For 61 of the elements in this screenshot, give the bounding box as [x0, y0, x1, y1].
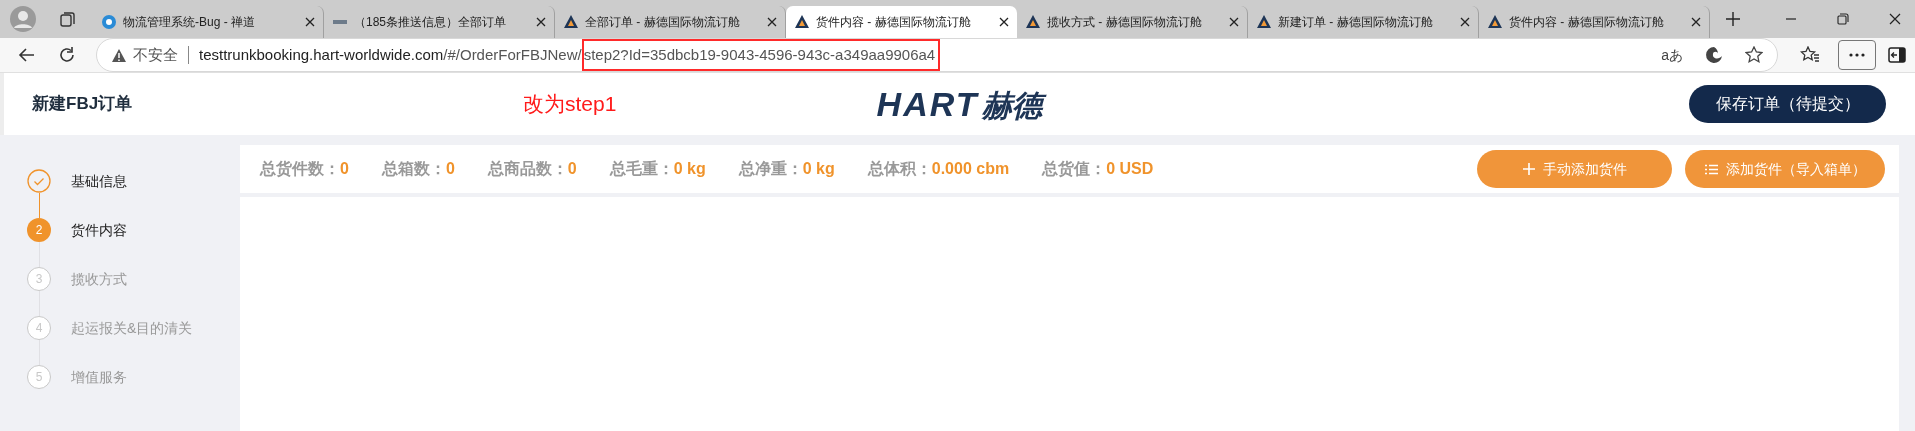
new-tab-icon[interactable]: [1725, 11, 1741, 27]
summary-value: 0 kg: [673, 159, 706, 179]
step-number: 2: [27, 218, 51, 242]
list-icon: [1704, 163, 1718, 175]
tab-title: （185条推送信息）全部订单: [354, 14, 508, 31]
summary-label: 总商品数：: [487, 159, 568, 179]
summary-label: 总箱数：: [381, 159, 446, 179]
restore-icon[interactable]: [1837, 13, 1849, 25]
summary-value: 0: [445, 159, 455, 179]
tab-title: 全部订单 - 赫德国际物流订舱: [585, 14, 741, 31]
more-icon: [1849, 53, 1865, 57]
tab-title: 揽收方式 - 赫德国际物流订舱: [1047, 14, 1203, 31]
globe-icon: [101, 14, 117, 30]
triangle-logo-icon: [794, 14, 810, 30]
close-icon[interactable]: [767, 17, 777, 27]
save-order-button[interactable]: 保存订单（待提交）: [1689, 85, 1886, 123]
triangle-logo-icon: [1025, 14, 1041, 30]
step-label[interactable]: 基础信息: [71, 170, 127, 192]
summary-label: 总货件数：: [260, 159, 340, 180]
back-icon[interactable]: [18, 46, 36, 64]
refresh-icon[interactable]: [58, 46, 76, 64]
close-icon[interactable]: [536, 17, 546, 27]
address-bar[interactable]: 不安全 testtrunkbooking.hart-worldwide.com/#/OrderForFBJNew/step2?Id=35dbcb19-9043-4596-943c-a349aa9906a4 aあ: [96, 38, 1778, 72]
close-icon[interactable]: [1691, 17, 1701, 27]
summary-label: 总货值：: [1042, 159, 1107, 180]
browser-tab[interactable]: 货件内容 - 赫德国际物流订舱: [786, 6, 1017, 38]
url-text: testtrunkbooking.hart-worldwide.com/#/OrderForFBJNew/: [199, 44, 582, 65]
annotation-text: 改为step1: [523, 91, 617, 117]
security-label: 不安全: [133, 44, 178, 65]
summary-label: 总毛重：: [609, 159, 674, 179]
tab-title: 物流管理系统-Bug - 禅道: [123, 14, 256, 31]
read-aloud-button[interactable]: aあ: [1661, 44, 1683, 66]
favorites-icon[interactable]: [1800, 46, 1820, 64]
warning-icon: [111, 47, 127, 63]
summary-value: 0: [340, 159, 349, 179]
sidebar-icon[interactable]: [1888, 47, 1906, 63]
close-icon[interactable]: [1889, 13, 1901, 25]
close-icon[interactable]: [1229, 17, 1239, 27]
triangle-logo-icon: [1256, 14, 1272, 30]
more-button[interactable]: [1838, 40, 1876, 70]
tab-title: 货件内容 - 赫德国际物流订舱: [1509, 14, 1665, 31]
summary-label: 总体积：: [867, 159, 932, 179]
workspaces-icon[interactable]: [59, 10, 77, 28]
close-icon[interactable]: [305, 17, 315, 27]
site-icon: [332, 19, 348, 25]
summary-value: 0 kg: [802, 159, 835, 179]
summary-label: 总净重：: [738, 159, 803, 179]
triangle-logo-icon: [1487, 14, 1503, 30]
star-icon[interactable]: [1745, 46, 1763, 64]
triangle-logo-icon: [563, 14, 579, 30]
step-label[interactable]: 货件内容: [71, 219, 127, 241]
tab-title: 货件内容 - 赫德国际物流订舱: [816, 14, 972, 31]
plus-icon: [1522, 163, 1535, 175]
url-query-text: step2?Id=35dbcb19-9043-4596-943c-a349aa9906a4: [583, 44, 936, 65]
summary-value: 0: [567, 159, 577, 179]
page-title: 新建FBJ订单: [32, 93, 133, 116]
summary-value: 0.000 cbm: [931, 159, 1010, 179]
tab-title: 新建订单 - 赫德国际物流订舱: [1278, 14, 1434, 31]
summary-value: 0 USD: [1106, 159, 1154, 179]
close-icon[interactable]: [1460, 17, 1470, 27]
close-icon[interactable]: [999, 17, 1009, 27]
